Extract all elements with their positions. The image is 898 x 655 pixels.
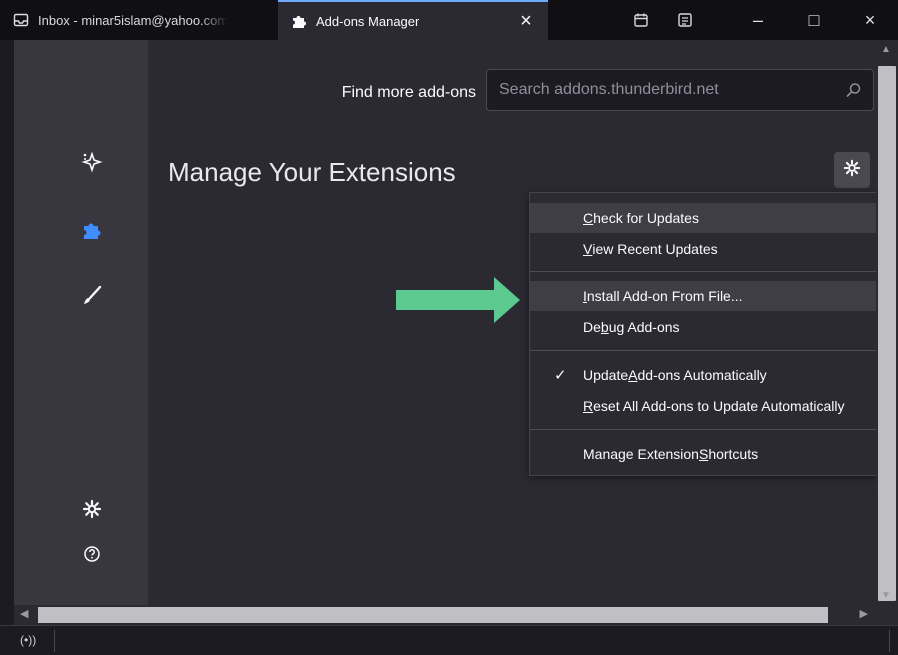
scroll-corner (876, 605, 898, 625)
status-divider (54, 630, 55, 652)
page-title: Manage Your Extensions (168, 157, 456, 187)
vertical-scrollbar[interactable]: ▲ ▼ (876, 40, 898, 605)
menu-item-accesskey: A (628, 367, 638, 383)
recommendations-icon[interactable] (80, 150, 104, 174)
menu-item-label: Update (583, 367, 629, 383)
menu-item-install-addon-from-file[interactable]: Install Add-on From File... (530, 281, 876, 311)
menu-item-label: iew Recent Updates (592, 241, 718, 257)
menu-item-accesskey: b (600, 319, 609, 335)
tab-title: Inbox - minar5islam@yahoo.com (38, 12, 229, 28)
scroll-up-icon[interactable]: ▲ (881, 44, 891, 55)
menu-item-label: ug Add-ons (608, 319, 680, 335)
status-bar: (•)) (0, 625, 898, 655)
search-placeholder: Search addons.thunderbird.net (499, 81, 719, 98)
scroll-down-icon[interactable]: ▼ (881, 590, 891, 601)
menu-item-reset-addons-auto-update[interactable]: Reset All Add-ons to Update Automaticall… (530, 391, 876, 421)
menu-item-check-for-updates[interactable]: Check for Updates (530, 203, 876, 233)
menu-item-accesskey: C (583, 210, 594, 226)
main-content: Find more add-ons Search addons.thunderb… (148, 40, 876, 605)
extensions-icon[interactable] (80, 218, 104, 242)
help-icon[interactable] (80, 542, 104, 566)
find-more-addons-label: Find more add-ons (341, 84, 476, 101)
menu-item-label: heck for Updates (593, 210, 699, 226)
menu-separator (530, 429, 876, 430)
tab-addons-manager[interactable]: Add-ons Manager × (278, 0, 548, 40)
checkmark-icon: ✓ (554, 367, 567, 384)
sidebar (14, 40, 148, 605)
menu-item-accesskey: S (698, 446, 709, 462)
menu-item-label: hortcuts (708, 446, 759, 462)
maximize-button[interactable]: □ (786, 0, 842, 40)
tasks-icon[interactable] (674, 9, 696, 31)
menu-item-label: eset All Add-ons to Update Automatically (593, 398, 845, 414)
horizontal-scrollbar[interactable]: ◀ ▶ (14, 605, 876, 625)
settings-icon[interactable] (80, 497, 104, 521)
annotation-arrow-icon (396, 277, 520, 323)
puzzle-icon (290, 12, 308, 30)
horizontal-scroll-thumb[interactable] (38, 607, 828, 623)
menu-item-manage-extension-shortcuts[interactable]: Manage Extension Shortcuts (530, 439, 876, 469)
menu-item-label: De (583, 319, 601, 335)
minimize-button[interactable]: – (730, 0, 786, 40)
menu-item-label: nstall Add-on From File... (586, 288, 743, 304)
status-divider (889, 630, 890, 652)
scroll-left-icon[interactable]: ◀ (20, 607, 28, 620)
vertical-scroll-thumb[interactable] (878, 66, 896, 601)
tab-inbox[interactable]: Inbox - minar5islam@yahoo.com (0, 0, 278, 40)
menu-item-label: dd-ons Automatically (637, 367, 767, 383)
menu-separator (530, 271, 876, 272)
tools-gear-button[interactable] (834, 152, 870, 188)
inbox-icon (12, 11, 30, 29)
themes-icon[interactable] (80, 284, 104, 308)
gear-icon (843, 159, 861, 182)
online-status-icon[interactable]: (•)) (20, 633, 36, 647)
close-window-button[interactable]: × (842, 0, 898, 40)
menu-item-label: Manage Extension (583, 446, 699, 462)
menu-separator (530, 350, 876, 351)
menu-item-update-addons-automatically[interactable]: ✓ Update Add-ons Automatically (530, 360, 876, 390)
close-tab-icon[interactable]: × (516, 11, 536, 31)
menu-item-debug-addons[interactable]: De b ug Add-ons (530, 312, 876, 342)
calendar-icon[interactable] (630, 9, 652, 31)
menu-item-accesskey: V (583, 241, 593, 257)
menu-item-view-recent-updates[interactable]: View Recent Updates (530, 234, 876, 264)
search-input[interactable]: Search addons.thunderbird.net (486, 69, 874, 111)
search-icon[interactable] (845, 81, 863, 99)
tools-menu: Check for Updates View Recent Updates In… (529, 192, 876, 476)
scroll-right-icon[interactable]: ▶ (860, 607, 868, 620)
tab-title: Add-ons Manager (316, 13, 420, 29)
menu-item-accesskey: R (583, 398, 594, 414)
